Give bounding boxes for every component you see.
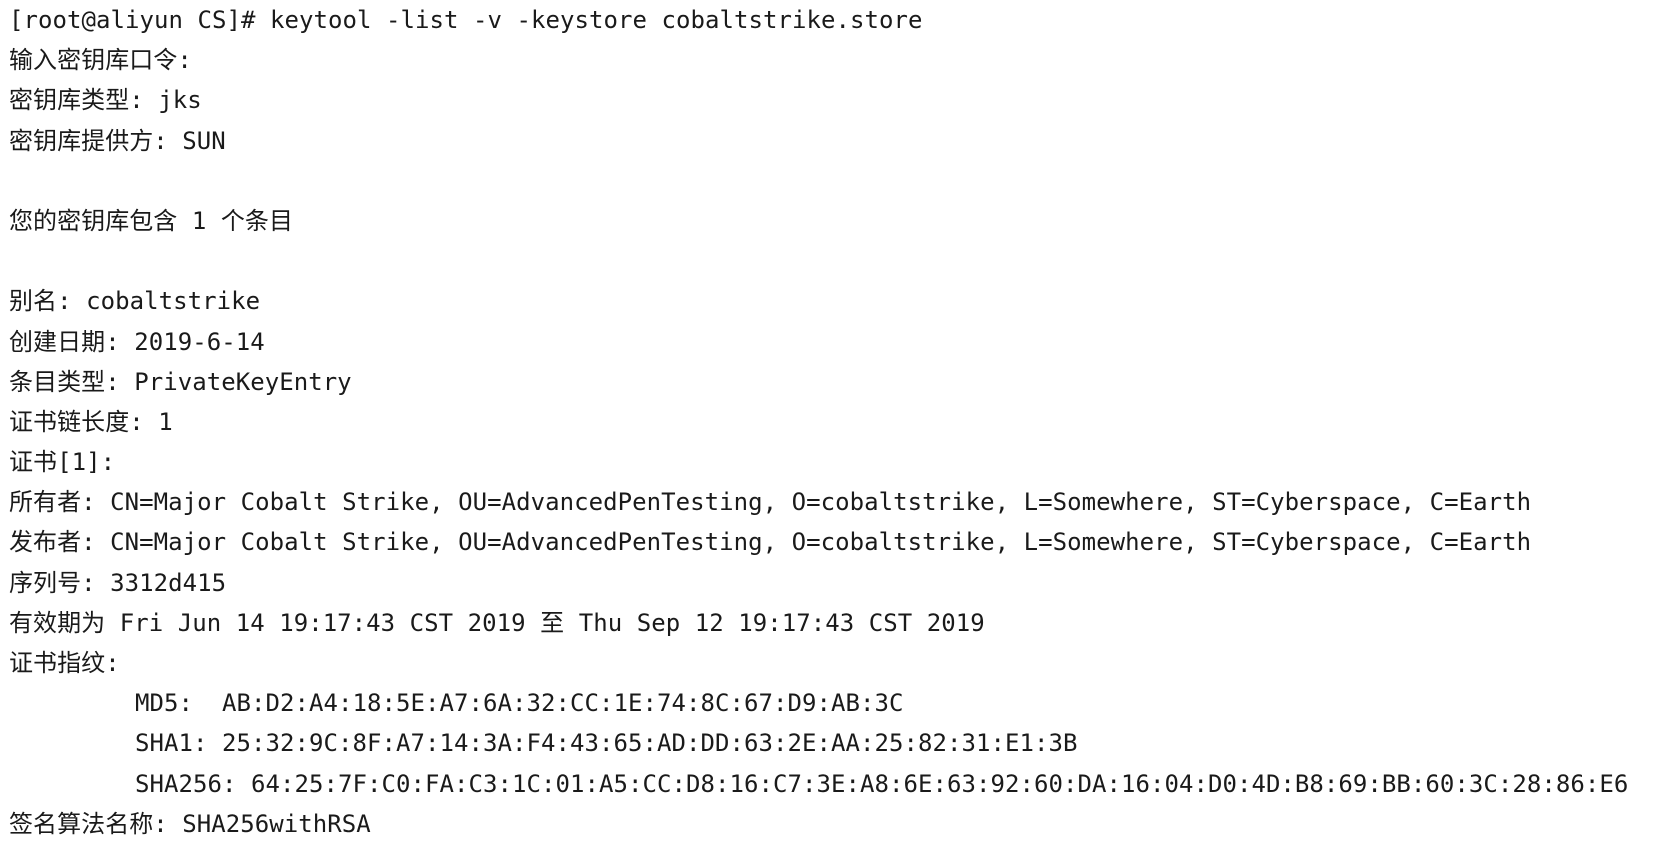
creation-date: 创建日期: 2019-6-14 — [9, 327, 265, 356]
fingerprints-header: 证书指纹: — [9, 649, 120, 677]
command-line: [root@aliyun CS]# keytool -list -v -keys… — [9, 6, 923, 34]
keystore-type: 密钥库类型: jks — [9, 86, 202, 115]
entry-type: 条目类型: PrivateKeyEntry — [9, 367, 352, 396]
fingerprint-sha256: SHA256: 64:25:7F:C0:FA:C3:1C:01:A5:CC:D8… — [135, 769, 1629, 798]
keystore-provider: 密钥库提供方: SUN — [9, 126, 226, 155]
fingerprint-sha1: SHA1: 25:32:9C:8F:A7:14:3A:F4:43:65:AD:D… — [135, 729, 1078, 758]
serial-number: 序列号: 3312d415 — [9, 568, 227, 597]
entry-count: 您的密钥库包含 1 个条目 — [9, 206, 293, 235]
password-prompt: 输入密钥库口令: — [9, 46, 192, 75]
certificate-owner: 所有者: CN=Major Cobalt Strike, OU=Advanced… — [9, 488, 1532, 517]
fingerprint-md5: MD5: AB:D2:A4:18:5E:A7:6A:32:CC:1E:74:8C… — [135, 689, 904, 718]
validity-period: 有效期为 Fri Jun 14 19:17:43 CST 2019 至 Thu … — [9, 608, 985, 637]
alias-name: 别名: cobaltstrike — [9, 287, 261, 316]
signature-algorithm: 签名算法名称: SHA256withRSA — [9, 809, 371, 838]
chain-length: 证书链长度: 1 — [9, 407, 173, 436]
terminal-output[interactable]: [root@aliyun CS]# keytool -list -v -keys… — [9, 0, 1664, 838]
certificate-header: 证书[1]: — [9, 448, 116, 477]
certificate-issuer: 发布者: CN=Major Cobalt Strike, OU=Advanced… — [9, 528, 1532, 557]
